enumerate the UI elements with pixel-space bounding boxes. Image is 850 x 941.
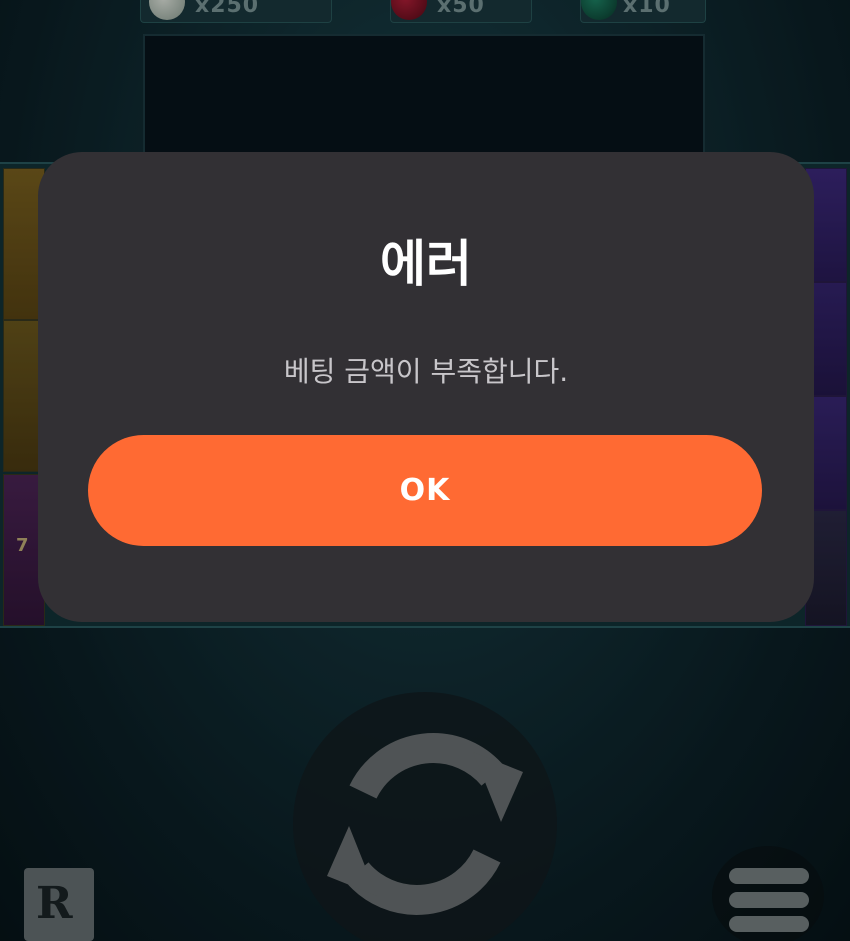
- dialog-title: 에러: [380, 235, 472, 293]
- error-dialog: 에러 베팅 금액이 부족합니다. OK: [38, 152, 814, 622]
- ok-button[interactable]: OK: [88, 435, 762, 546]
- game-screen: x250 x50 x10 7 R 에러 베팅 금액이 부족합니다. OK: [0, 0, 850, 941]
- dialog-message: 베팅 금액이 부족합니다.: [283, 355, 569, 388]
